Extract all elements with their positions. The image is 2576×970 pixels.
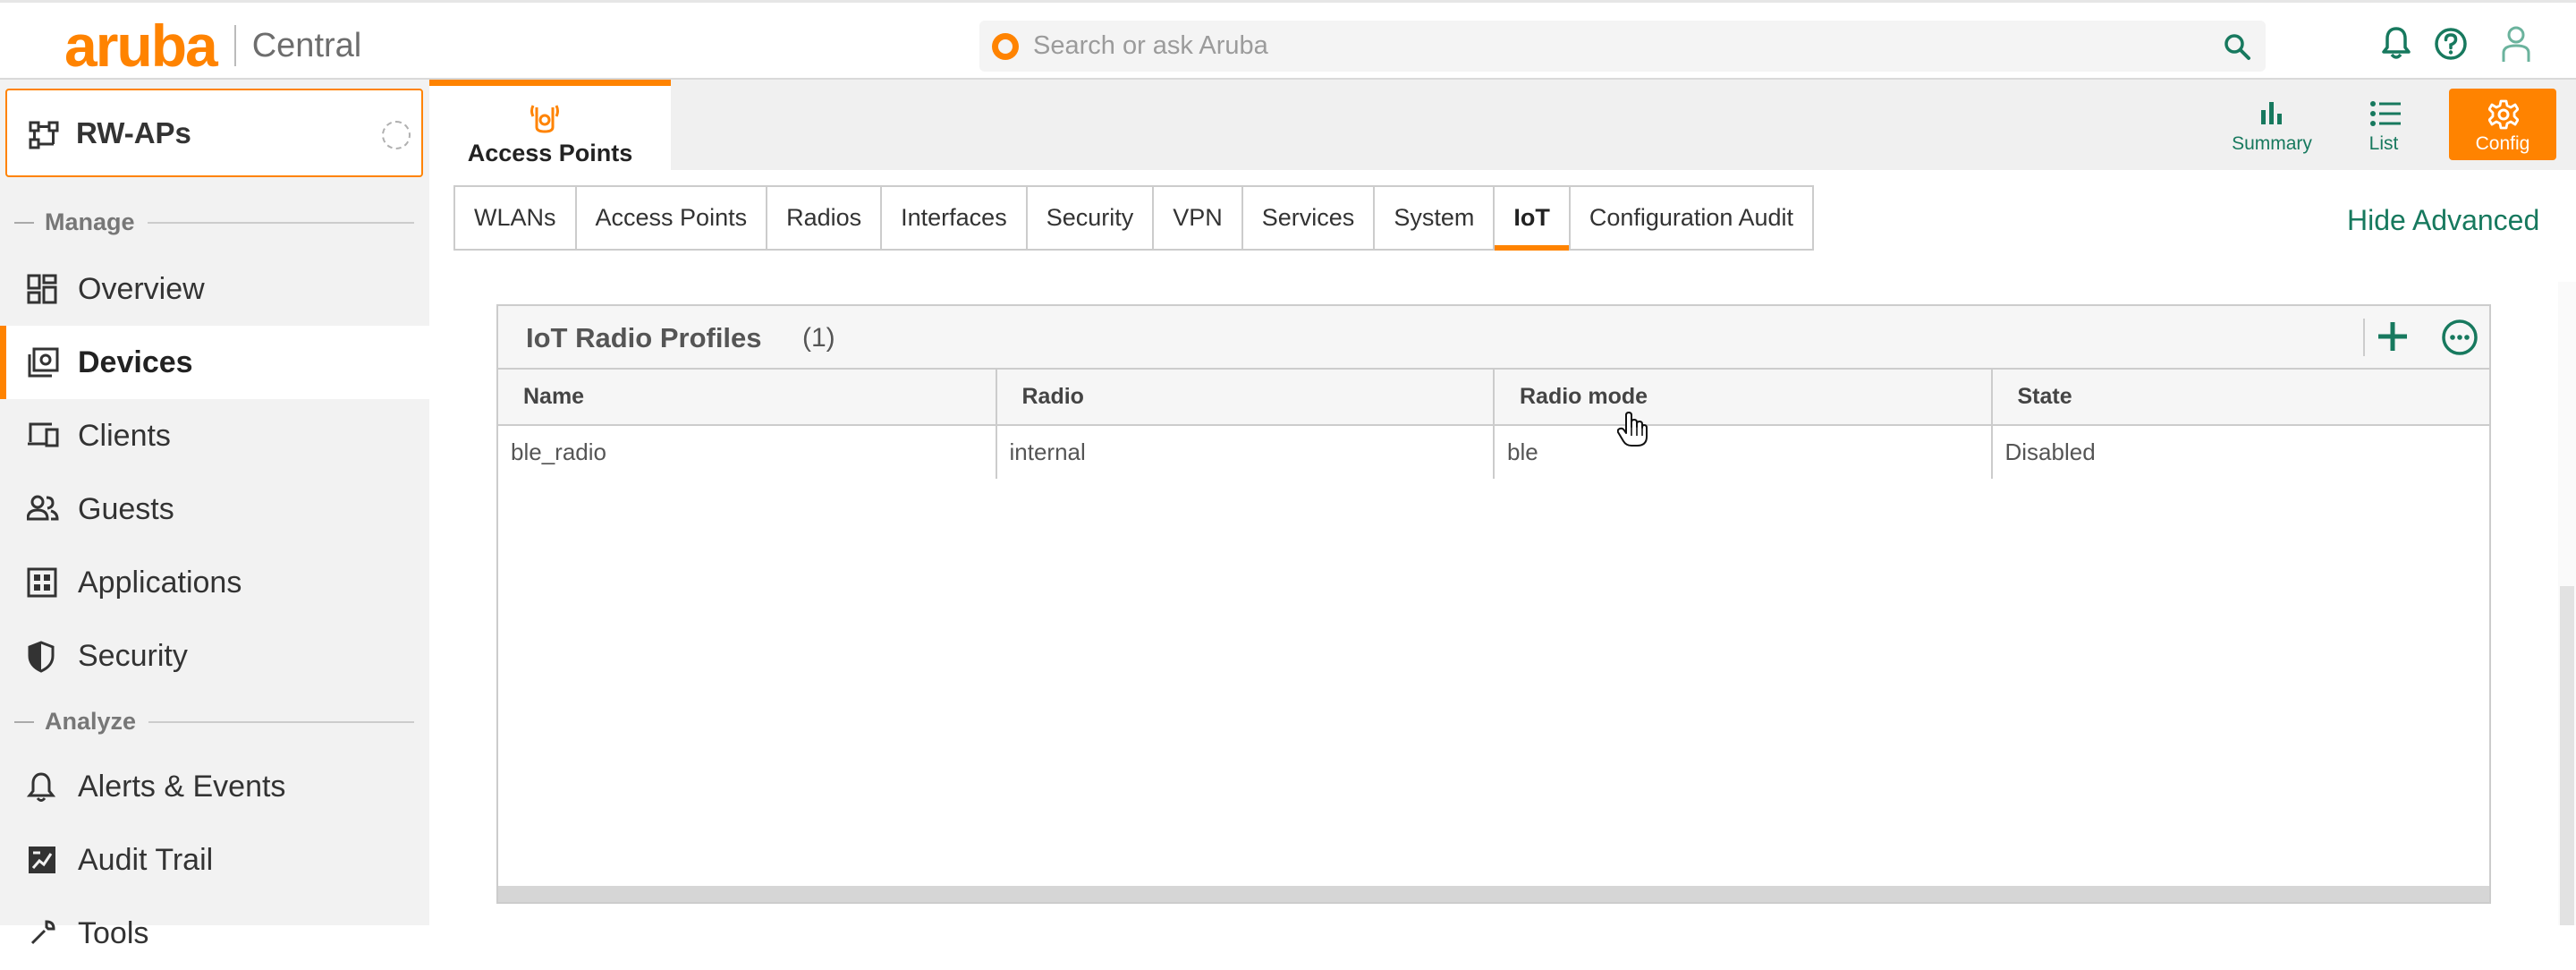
aruba-logo[interactable]: aruba Central bbox=[64, 13, 362, 79]
tab-system[interactable]: System bbox=[1375, 187, 1496, 249]
section-header-analyze: Analyze bbox=[14, 708, 414, 736]
sidebar-item-security[interactable]: Security bbox=[0, 619, 429, 693]
column-header-name[interactable]: Name bbox=[498, 370, 997, 426]
device-type-header: Access Points Summary List Config bbox=[429, 80, 2576, 170]
loading-spinner-icon bbox=[382, 121, 411, 149]
header-divider bbox=[2363, 319, 2365, 356]
config-view-button[interactable]: Config bbox=[2449, 89, 2556, 160]
sidebar-item-label: Guests bbox=[78, 491, 174, 526]
sidebar: RW-APs Manage Overview Devices Clients G… bbox=[0, 80, 429, 950]
top-bar: aruba Central bbox=[0, 0, 2576, 80]
tab-security[interactable]: Security bbox=[1028, 187, 1155, 249]
brand-wordmark: aruba bbox=[64, 13, 218, 79]
list-icon bbox=[2369, 99, 2402, 132]
sidebar-item-guests[interactable]: Guests bbox=[0, 472, 429, 546]
group-selector[interactable]: RW-APs bbox=[5, 89, 423, 177]
tab-access-points[interactable]: Access Points bbox=[577, 187, 768, 249]
section-header-manage: Manage bbox=[14, 208, 414, 236]
more-options-icon bbox=[2442, 319, 2478, 355]
panel-title: IoT Radio Profiles bbox=[526, 322, 762, 353]
cell-radio: internal bbox=[996, 425, 1495, 479]
list-view-button[interactable]: List bbox=[2330, 89, 2437, 160]
applications-icon bbox=[27, 567, 57, 602]
list-view-label: List bbox=[2368, 133, 2399, 154]
column-header-radio-mode[interactable]: Radio mode bbox=[1494, 370, 1993, 426]
tab-services[interactable]: Services bbox=[1243, 187, 1376, 249]
overview-icon bbox=[27, 274, 57, 309]
group-name: RW-APs bbox=[76, 116, 191, 149]
search-input[interactable] bbox=[1033, 31, 2196, 61]
sidebar-item-label: Overview bbox=[78, 271, 205, 306]
user-icon[interactable] bbox=[2500, 24, 2532, 68]
bell-icon[interactable] bbox=[2381, 26, 2411, 64]
table-header-row: Name Radio Radio mode State bbox=[498, 370, 2489, 426]
tools-icon bbox=[27, 918, 57, 953]
tab-radios[interactable]: Radios bbox=[767, 187, 883, 249]
bar-chart-icon bbox=[2258, 99, 2286, 131]
access-point-icon bbox=[528, 102, 562, 139]
cell-radio-mode: ble bbox=[1494, 425, 1993, 479]
bell-icon bbox=[26, 771, 56, 808]
sidebar-item-label: Devices bbox=[78, 345, 193, 379]
access-points-tab[interactable]: Access Points bbox=[429, 80, 671, 170]
summary-view-label: Summary bbox=[2232, 133, 2312, 154]
access-points-tab-label: Access Points bbox=[467, 140, 633, 166]
column-header-state[interactable]: State bbox=[1991, 370, 2489, 426]
iot-radio-profiles-panel: IoT Radio Profiles (1) Name Radio Radio … bbox=[496, 304, 2491, 904]
sidebar-item-label: Security bbox=[78, 638, 188, 673]
group-icon bbox=[29, 121, 59, 154]
add-profile-button[interactable] bbox=[2375, 319, 2411, 359]
sidebar-item-label: Clients bbox=[78, 418, 171, 453]
search-icon[interactable] bbox=[2223, 32, 2251, 65]
scrollbar-thumb[interactable] bbox=[2560, 586, 2574, 925]
logo-divider bbox=[233, 25, 236, 66]
tab-iot[interactable]: IoT bbox=[1495, 187, 1571, 251]
table-row[interactable]: ble_radio internal ble Disabled bbox=[498, 425, 2489, 479]
sidebar-item-applications[interactable]: Applications bbox=[0, 546, 429, 619]
horizontal-scrollbar[interactable] bbox=[498, 886, 2489, 902]
vertical-scrollbar[interactable] bbox=[2558, 282, 2576, 925]
audit-trail-icon bbox=[27, 845, 57, 880]
hand-pointer-cursor-icon bbox=[1616, 412, 1648, 452]
sidebar-item-devices[interactable]: Devices bbox=[0, 326, 429, 399]
aruba-assistant-icon bbox=[992, 32, 1019, 60]
config-view-label: Config bbox=[2475, 133, 2530, 154]
config-tabs: WLANs Access Points Radios Interfaces Se… bbox=[453, 185, 1814, 251]
product-name: Central bbox=[251, 26, 362, 64]
shield-icon bbox=[27, 641, 55, 677]
sidebar-item-clients[interactable]: Clients bbox=[0, 399, 429, 472]
tab-wlans[interactable]: WLANs bbox=[455, 187, 577, 249]
sidebar-item-tools[interactable]: Tools bbox=[0, 897, 429, 970]
hide-advanced-link[interactable]: Hide Advanced bbox=[2347, 204, 2539, 237]
cell-state: Disabled bbox=[2004, 438, 2096, 465]
cell-name: ble_radio bbox=[498, 425, 997, 479]
tab-vpn[interactable]: VPN bbox=[1154, 187, 1243, 249]
column-header-radio[interactable]: Radio bbox=[996, 370, 1495, 426]
panel-count: (1) bbox=[802, 323, 835, 353]
panel-header: IoT Radio Profiles (1) bbox=[498, 306, 2489, 370]
sidebar-item-audit-trail[interactable]: Audit Trail bbox=[0, 823, 429, 897]
sidebar-item-alerts-events[interactable]: Alerts & Events bbox=[0, 750, 429, 823]
guests-icon bbox=[26, 494, 59, 527]
clients-icon bbox=[27, 421, 59, 454]
iot-radio-profiles-table: Name Radio Radio mode State ble_radio in… bbox=[498, 370, 2489, 479]
sidebar-item-overview[interactable]: Overview bbox=[0, 252, 429, 326]
sidebar-item-label: Alerts & Events bbox=[78, 769, 286, 804]
tab-configuration-audit[interactable]: Configuration Audit bbox=[1571, 187, 1812, 249]
more-options-button[interactable] bbox=[2441, 319, 2479, 361]
search-bar[interactable] bbox=[979, 21, 2266, 72]
summary-view-button[interactable]: Summary bbox=[2218, 89, 2326, 160]
help-icon[interactable] bbox=[2433, 26, 2469, 66]
plus-icon bbox=[2378, 322, 2407, 351]
tab-interfaces[interactable]: Interfaces bbox=[882, 187, 1028, 249]
sidebar-item-label: Audit Trail bbox=[78, 842, 214, 877]
sidebar-item-label: Tools bbox=[78, 915, 149, 950]
sidebar-item-label: Applications bbox=[78, 565, 242, 600]
gear-icon bbox=[2487, 99, 2520, 134]
devices-icon bbox=[27, 347, 59, 382]
